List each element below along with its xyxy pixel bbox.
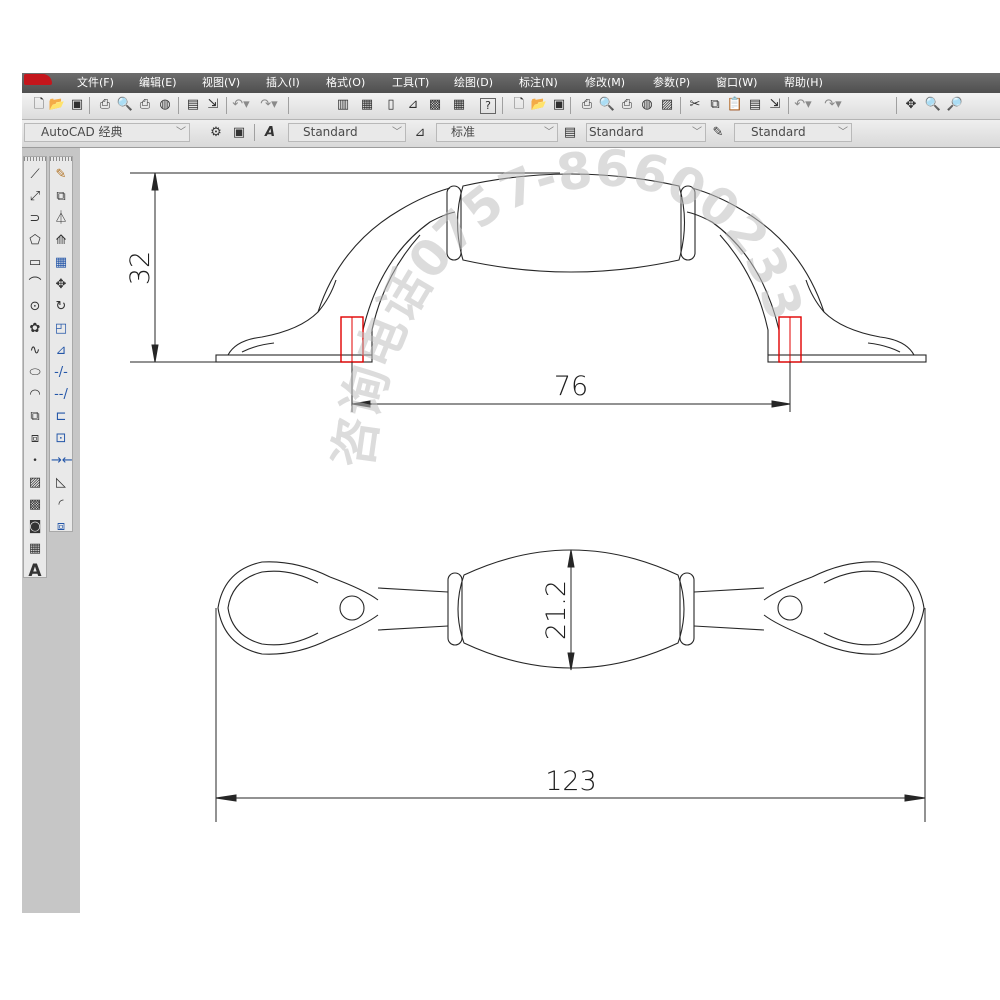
right-screw-hole	[777, 595, 803, 621]
right-ring-plan	[679, 572, 695, 646]
left-foot-outline	[227, 279, 337, 356]
autocad-window: 文件(F) 编辑(E) 视图(V) 插入(I) 格式(O) 工具(T) 绘图(D…	[22, 73, 1000, 913]
left-screw-hole	[339, 595, 365, 621]
right-neck	[693, 587, 765, 631]
hole-spacing-label: 76	[554, 371, 588, 402]
left-ring-plan	[447, 572, 463, 646]
left-base-plate	[215, 354, 373, 363]
right-end-inner	[823, 570, 915, 646]
left-foot-inner	[241, 342, 275, 353]
left-end-inner	[227, 570, 319, 646]
right-foot-inner	[867, 342, 901, 353]
overall-length-label: 123	[545, 766, 597, 797]
right-end-outer	[763, 561, 925, 655]
left-end-outer	[217, 561, 379, 655]
handle-side-view	[215, 173, 927, 363]
height-dimension-label: 32	[125, 251, 156, 285]
right-foot-outline	[805, 279, 915, 356]
handle-drawing: 32 76 21.2 123 咨询电话0757-86600233	[125, 140, 927, 822]
drawing-area[interactable]: 32 76 21.2 123 咨询电话0757-86600233	[80, 140, 1000, 913]
phone-watermark-text: 咨询电话0757-86600233	[324, 140, 814, 472]
right-base-plate	[767, 354, 927, 363]
phone-watermark: 咨询电话0757-86600233	[324, 140, 814, 472]
left-neck	[377, 587, 449, 631]
grip-width-label: 21.2	[541, 580, 572, 640]
